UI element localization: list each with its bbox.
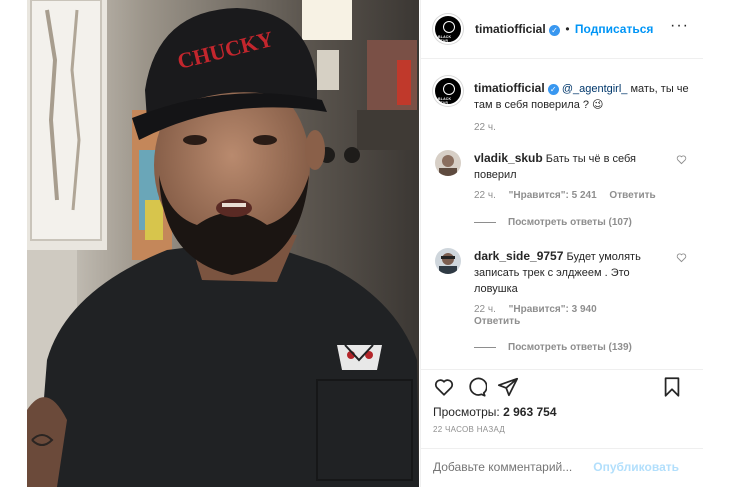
views-count[interactable]: Просмотры: 2 963 754: [433, 405, 557, 419]
commenter-avatar[interactable]: [435, 150, 461, 176]
post-header: BLACK STAR timatiofficial ✓ • Подписатьс…: [421, 0, 703, 59]
views-value: 2 963 754: [503, 405, 557, 419]
reply-button[interactable]: Ответить: [609, 190, 655, 201]
reply-button[interactable]: Ответить: [474, 316, 520, 327]
caption-text: timatiofficial ✓ @_agentgirl_ мать, ты ч…: [474, 80, 689, 113]
view-replies-button[interactable]: Посмотреть ответы (139): [474, 342, 632, 353]
add-comment-bar: Опубликовать: [421, 448, 703, 487]
view-replies-label: Посмотреть ответы (107): [508, 217, 632, 228]
post-actions: Просмотры: 2 963 754 22 ЧАСОВ НАЗАД: [421, 369, 703, 449]
comment-username[interactable]: vladik_skub: [474, 151, 543, 165]
comment-meta: 22 ч. "Нравится": 5 241 Ответить: [474, 190, 656, 201]
comments-list[interactable]: BLACK STAR timatiofficial ✓ @_agentgirl_…: [421, 60, 703, 368]
like-heart-icon[interactable]: [433, 376, 455, 398]
comment-bubble-icon[interactable]: [465, 376, 487, 398]
comment-input[interactable]: [433, 460, 593, 474]
more-options-icon[interactable]: ···: [670, 18, 689, 34]
verified-badge-icon: ✓: [549, 25, 561, 36]
comment-text: dark_side_9757 Будет умолять записать тр…: [474, 248, 674, 297]
comment-likes[interactable]: "Нравится": 3 940: [509, 304, 597, 315]
author-avatar[interactable]: BLACK STAR: [433, 14, 463, 44]
comment-text: vladik_skub Бать ты чё в себя поверил: [474, 150, 674, 183]
replies-divider: [474, 221, 496, 223]
posted-time[interactable]: 22 ЧАСОВ НАЗАД: [433, 425, 505, 434]
comment-time[interactable]: 22 ч.: [474, 304, 496, 315]
comment-likes[interactable]: "Нравится": 5 241: [509, 190, 597, 201]
views-label: Просмотры:: [433, 405, 500, 419]
view-replies-button[interactable]: Посмотреть ответы (107): [474, 217, 632, 228]
like-heart-icon[interactable]: [676, 252, 687, 263]
video-frame-illustration: CHUCKY: [27, 0, 419, 487]
like-heart-icon[interactable]: [676, 154, 687, 165]
verified-badge-icon: ✓: [547, 84, 559, 95]
save-bookmark-icon[interactable]: [661, 376, 683, 398]
publish-button[interactable]: Опубликовать: [593, 460, 679, 474]
comment-meta: 22 ч. "Нравится": 3 940 Ответить: [474, 304, 644, 327]
view-replies-label: Посмотреть ответы (139): [508, 342, 632, 353]
commenter-avatar[interactable]: [435, 248, 461, 274]
caption-username[interactable]: timatiofficial: [474, 81, 545, 95]
replies-divider: [474, 346, 496, 348]
post-video[interactable]: CHUCKY: [27, 0, 419, 487]
caption-avatar[interactable]: BLACK STAR: [433, 76, 463, 106]
follow-button[interactable]: Подписаться: [575, 22, 653, 36]
post-side-panel: BLACK STAR timatiofficial ✓ • Подписатьс…: [420, 0, 703, 487]
author-username[interactable]: timatiofficial: [475, 22, 546, 36]
separator-dot: •: [565, 22, 570, 36]
comment-username[interactable]: dark_side_9757: [474, 249, 563, 263]
caption-time[interactable]: 22 ч.: [474, 122, 496, 133]
caption-mention[interactable]: @_agentgirl_: [562, 83, 628, 95]
share-paper-plane-icon[interactable]: [497, 376, 519, 398]
comment-time[interactable]: 22 ч.: [474, 190, 496, 201]
